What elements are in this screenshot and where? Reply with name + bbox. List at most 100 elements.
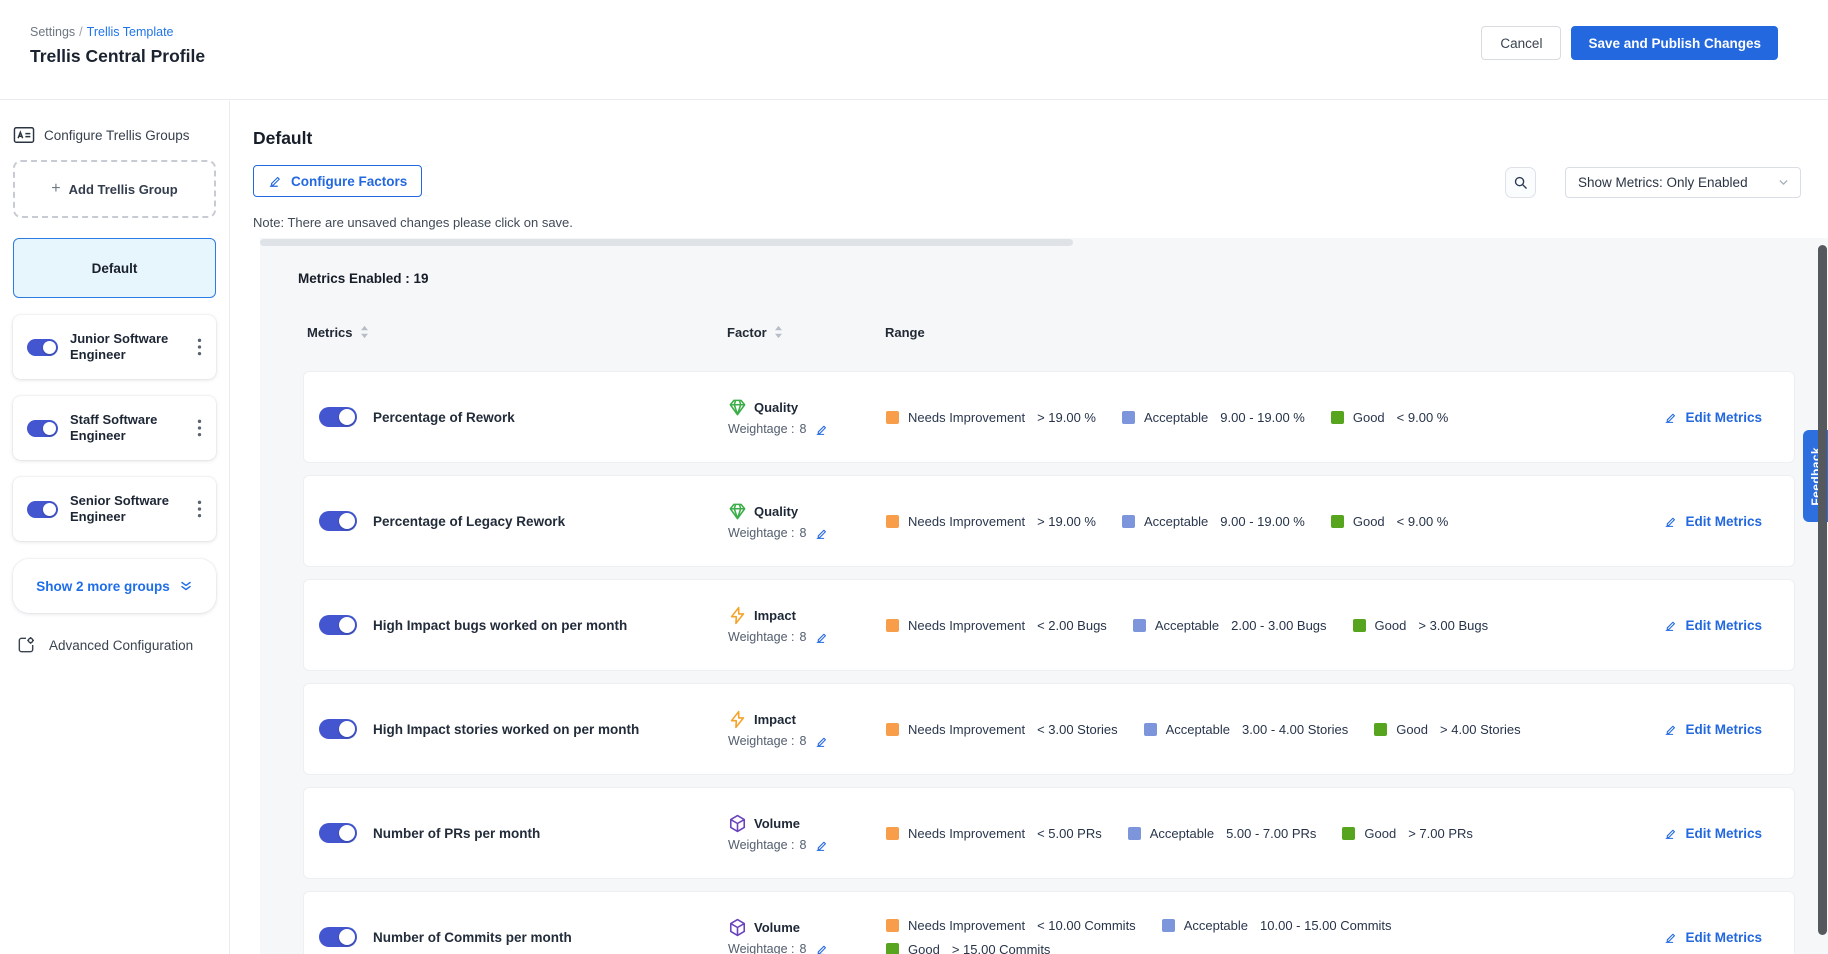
- volume-icon: [728, 918, 747, 937]
- metric-name: High Impact stories worked on per month: [373, 722, 639, 737]
- range-color-swatch: [1128, 827, 1141, 840]
- range-color-swatch: [1374, 723, 1387, 736]
- main-content: Default Configure Factors Note: There ar…: [230, 101, 1828, 954]
- edit-weightage-icon[interactable]: [815, 839, 828, 852]
- range-cell: Needs Improvement < 2.00 Bugs Acceptable…: [886, 618, 1566, 633]
- double-chevron-down-icon: [179, 579, 193, 593]
- range-needs-improvement: Needs Improvement < 5.00 PRs: [886, 826, 1102, 841]
- range-acceptable: Acceptable 3.00 - 4.00 Stories: [1144, 722, 1349, 737]
- sidebar-item-staff-software-engineer[interactable]: Staff Software Engineer: [13, 396, 216, 460]
- edit-pencil-icon: [1664, 619, 1677, 632]
- add-trellis-group-button[interactable]: + Add Trellis Group: [13, 160, 216, 218]
- factor-cell: Volume Weightage : 8: [728, 814, 886, 852]
- quality-icon: [728, 398, 747, 417]
- edit-weightage-icon[interactable]: [815, 735, 828, 748]
- metric-enable-toggle[interactable]: [319, 407, 357, 427]
- column-header-factor[interactable]: Factor: [727, 325, 885, 340]
- sidebar-item-default[interactable]: Default: [13, 238, 216, 298]
- cancel-button[interactable]: Cancel: [1481, 26, 1561, 60]
- weightage-value: 8: [799, 838, 806, 852]
- range-good: Good < 9.00 %: [1331, 410, 1449, 425]
- factor-name: Impact: [754, 712, 796, 727]
- sidebar-item-senior-software-engineer[interactable]: Senior Software Engineer: [13, 477, 216, 541]
- factor-name: Impact: [754, 608, 796, 623]
- range-cell: Needs Improvement < 10.00 Commits Accept…: [886, 918, 1566, 954]
- range-color-swatch: [1353, 619, 1366, 632]
- advanced-configuration-link[interactable]: Advanced Configuration: [13, 635, 216, 655]
- sidebar-item-junior-software-engineer[interactable]: Junior Software Engineer: [13, 315, 216, 379]
- group-name: Junior Software Engineer: [70, 331, 178, 364]
- metric-name: Percentage of Rework: [373, 410, 515, 425]
- edit-weightage-icon[interactable]: [815, 423, 828, 436]
- factor-name: Volume: [754, 920, 800, 935]
- edit-metrics-link[interactable]: Edit Metrics: [1664, 930, 1762, 945]
- edit-pencil-icon: [1664, 515, 1677, 528]
- top-header: Settings/Trellis Template Trellis Centra…: [0, 0, 1828, 100]
- configure-factors-button[interactable]: Configure Factors: [253, 165, 422, 197]
- quality-icon: [728, 502, 747, 521]
- group-name: Senior Software Engineer: [70, 493, 178, 526]
- show-metrics-dropdown[interactable]: Show Metrics: Only Enabled: [1565, 167, 1801, 198]
- sort-icon[interactable]: [774, 325, 783, 339]
- kebab-menu-icon[interactable]: [190, 498, 208, 520]
- table-header-row: Metrics Factor Range: [303, 318, 1795, 346]
- range-color-swatch: [1122, 411, 1135, 424]
- edit-metrics-link[interactable]: Edit Metrics: [1664, 410, 1762, 425]
- edit-weightage-icon[interactable]: [815, 943, 828, 954]
- range-needs-improvement: Needs Improvement < 2.00 Bugs: [886, 618, 1107, 633]
- factor-cell: Quality Weightage : 8: [728, 502, 886, 540]
- factor-name: Quality: [754, 400, 798, 415]
- group-enable-toggle[interactable]: [27, 420, 58, 437]
- metric-name: High Impact bugs worked on per month: [373, 618, 627, 633]
- edit-pencil-icon: [1664, 723, 1677, 736]
- show-more-groups-button[interactable]: Show 2 more groups: [13, 559, 216, 613]
- metrics-rows: Percentage of Rework Quality Weightage :…: [303, 371, 1795, 954]
- factor-name: Quality: [754, 504, 798, 519]
- metric-enable-toggle[interactable]: [319, 927, 357, 947]
- search-button[interactable]: [1505, 167, 1536, 198]
- vertical-scrollbar-thumb[interactable]: [1818, 245, 1827, 935]
- volume-icon: [728, 814, 747, 833]
- metric-enable-toggle[interactable]: [319, 823, 357, 843]
- kebab-menu-icon[interactable]: [190, 417, 208, 439]
- edit-weightage-icon[interactable]: [815, 527, 828, 540]
- metric-row: Percentage of Rework Quality Weightage :…: [303, 371, 1795, 463]
- metric-name: Number of PRs per month: [373, 826, 540, 841]
- edit-metrics-link[interactable]: Edit Metrics: [1664, 722, 1762, 737]
- group-enable-toggle[interactable]: [27, 501, 58, 518]
- edit-weightage-icon[interactable]: [815, 631, 828, 644]
- breadcrumb-settings[interactable]: Settings: [30, 25, 75, 39]
- metric-row: Number of Commits per month Volume Weigh…: [303, 891, 1795, 954]
- sort-icon[interactable]: [360, 325, 369, 339]
- weightage-value: 8: [799, 630, 806, 644]
- edit-metrics-link[interactable]: Edit Metrics: [1664, 826, 1762, 841]
- factor-cell: Impact Weightage : 8: [728, 606, 886, 644]
- edit-metrics-link[interactable]: Edit Metrics: [1664, 514, 1762, 529]
- range-color-swatch: [886, 723, 899, 736]
- edit-metrics-link[interactable]: Edit Metrics: [1664, 618, 1762, 633]
- breadcrumb-trellis-template[interactable]: Trellis Template: [87, 25, 174, 39]
- group-enable-toggle[interactable]: [27, 339, 58, 356]
- range-needs-improvement: Needs Improvement > 19.00 %: [886, 514, 1096, 529]
- metric-enable-toggle[interactable]: [319, 615, 357, 635]
- group-title: Default: [253, 128, 312, 149]
- column-header-range: Range: [885, 325, 1795, 340]
- horizontal-scrollbar[interactable]: [260, 239, 1073, 246]
- metric-enable-toggle[interactable]: [319, 719, 357, 739]
- weightage-label: Weightage :: [728, 838, 794, 852]
- factor-cell: Volume Weightage : 8: [728, 918, 886, 954]
- weightage-label: Weightage :: [728, 422, 794, 436]
- group-name: Staff Software Engineer: [70, 412, 178, 445]
- range-good: Good > 7.00 PRs: [1342, 826, 1473, 841]
- kebab-menu-icon[interactable]: [190, 336, 208, 358]
- breadcrumb: Settings/Trellis Template: [30, 25, 174, 39]
- column-header-metrics[interactable]: Metrics: [307, 325, 727, 340]
- save-publish-button[interactable]: Save and Publish Changes: [1571, 26, 1778, 60]
- metric-enable-toggle[interactable]: [319, 511, 357, 531]
- page-title: Trellis Central Profile: [30, 46, 205, 67]
- search-icon: [1513, 175, 1528, 190]
- metric-row: Number of PRs per month Volume Weightage…: [303, 787, 1795, 879]
- unsaved-changes-note: Note: There are unsaved changes please c…: [253, 215, 573, 230]
- metrics-table-region: Metrics Enabled : 19 Metrics Factor Rang…: [260, 238, 1828, 954]
- range-good: Good > 15.00 Commits: [886, 942, 1050, 954]
